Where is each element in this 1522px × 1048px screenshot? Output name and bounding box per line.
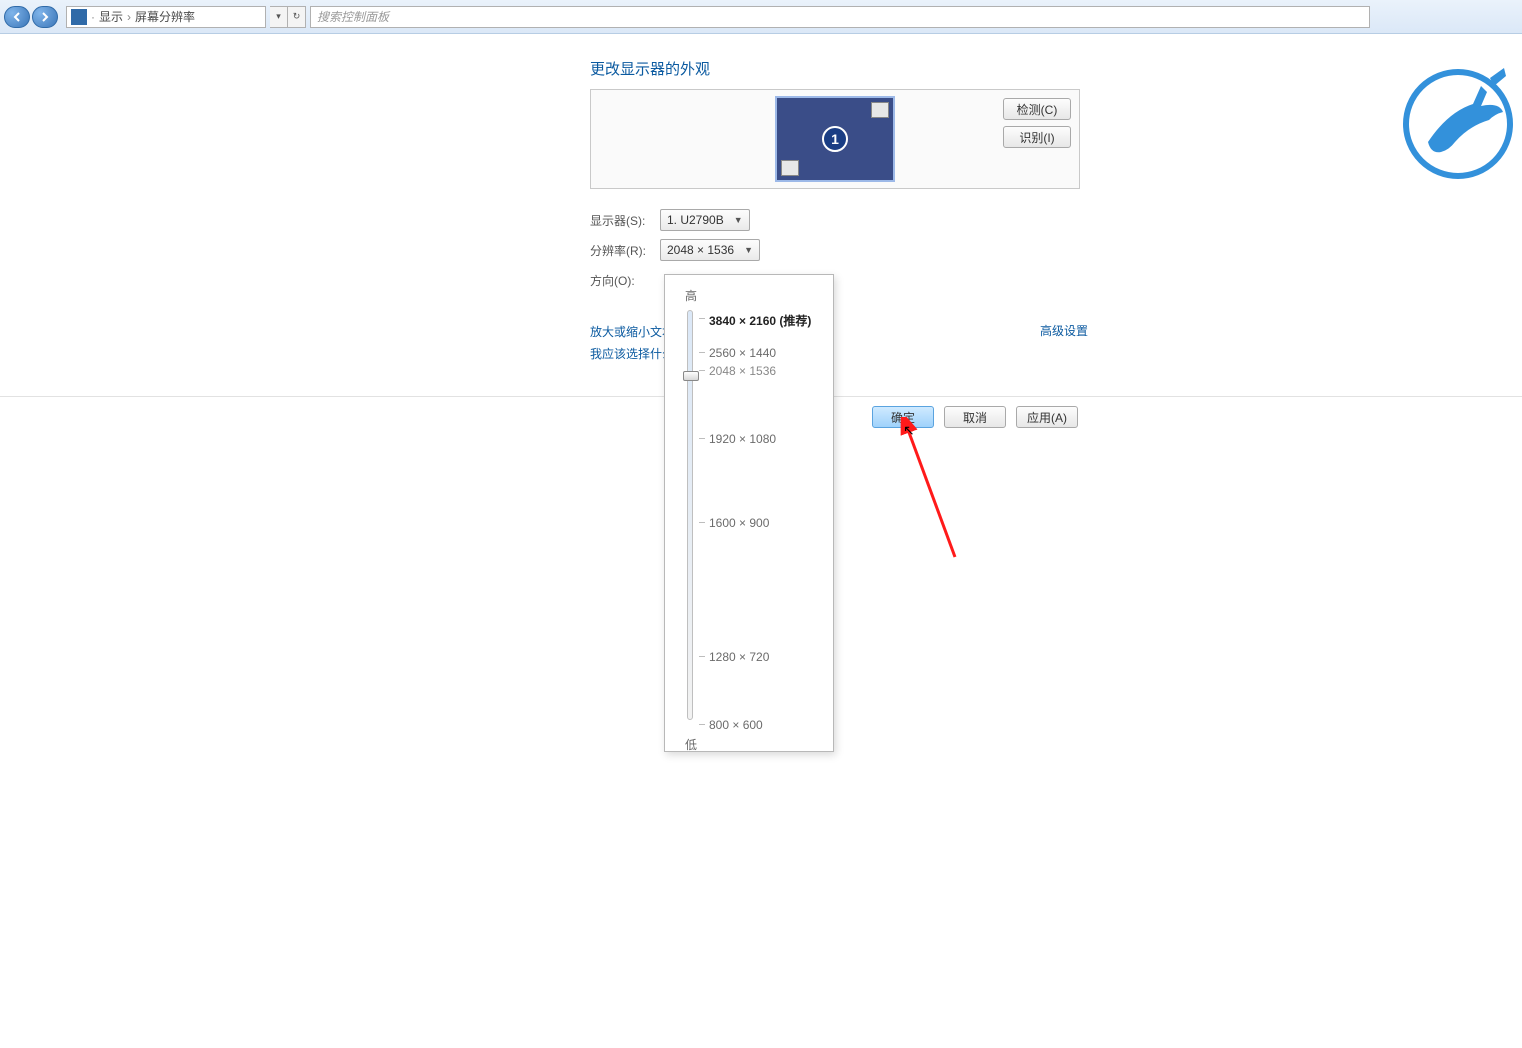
resolution-slider-track[interactable] [687, 310, 693, 720]
monitor-preview[interactable]: 1 [775, 96, 895, 182]
breadcrumb-dropdown-button[interactable]: ▾ [270, 6, 288, 28]
display-select[interactable]: 1. U2790B ▼ [660, 209, 750, 231]
monitor-arrangement-panel[interactable]: 1 检测(C) 识别(I) [590, 89, 1080, 189]
monitor-number-badge: 1 [822, 126, 848, 152]
resolution-option[interactable]: 3840 × 2160 (推荐) [709, 312, 811, 329]
breadcrumb-item-resolution[interactable]: 屏幕分辨率 [135, 8, 195, 25]
display-label: 显示器(S): [590, 212, 660, 229]
apply-button[interactable]: 应用(A) [1016, 406, 1078, 428]
resolution-option[interactable]: 2560 × 1440 [709, 346, 776, 360]
cursor-icon: ↖ [903, 422, 915, 439]
resolution-option[interactable]: 1600 × 900 [709, 516, 769, 530]
chevron-down-icon: ▼ [734, 215, 743, 225]
breadcrumb-item-display[interactable]: 显示 [99, 8, 123, 25]
display-select-value: 1. U2790B [667, 213, 724, 227]
address-bar: · 显示 › 屏幕分辨率 ▾ ↻ 搜索控制面板 [0, 0, 1522, 34]
nav-forward-button[interactable] [32, 6, 58, 28]
resolution-label: 分辨率(R): [590, 242, 660, 259]
watermark-knight-icon [1398, 64, 1518, 184]
chevron-down-icon: ▼ [744, 245, 753, 255]
breadcrumb[interactable]: · 显示 › 屏幕分辨率 [66, 6, 266, 28]
resolution-select[interactable]: 2048 × 1536 ▼ [660, 239, 760, 261]
resolution-slider-popup: 高 3840 × 2160 (推荐) 2560 × 1440 2048 × 1536… [664, 274, 834, 752]
resolution-option[interactable]: 2048 × 1536 [709, 364, 776, 378]
slider-high-label: 高 [685, 287, 825, 304]
breadcrumb-separator: · [91, 10, 95, 24]
control-panel-icon [71, 9, 87, 25]
monitor-thumbnail-icon [871, 102, 889, 118]
resolution-option[interactable]: 800 × 600 [709, 718, 763, 732]
breadcrumb-separator: › [127, 10, 131, 24]
resolution-option[interactable]: 1920 × 1080 [709, 432, 776, 446]
identify-button[interactable]: 识别(I) [1003, 126, 1071, 148]
resolution-option[interactable]: 1280 × 720 [709, 650, 769, 664]
cancel-button[interactable]: 取消 [944, 406, 1006, 428]
slider-low-label: 低 [685, 736, 825, 753]
resolution-select-value: 2048 × 1536 [667, 243, 734, 257]
breadcrumb-refresh-button[interactable]: ↻ [288, 6, 306, 28]
search-placeholder: 搜索控制面板 [317, 8, 389, 25]
orientation-label: 方向(O): [590, 272, 660, 289]
annotation-arrow [895, 417, 975, 567]
nav-back-button[interactable] [4, 6, 30, 28]
detect-button[interactable]: 检测(C) [1003, 98, 1071, 120]
search-input[interactable]: 搜索控制面板 [310, 6, 1370, 28]
resolution-slider-thumb[interactable] [683, 371, 699, 381]
page-title: 更改显示器的外观 [590, 58, 1522, 79]
advanced-settings-link[interactable]: 高级设置 [1040, 322, 1088, 339]
monitor-thumbnail-icon [781, 160, 799, 176]
